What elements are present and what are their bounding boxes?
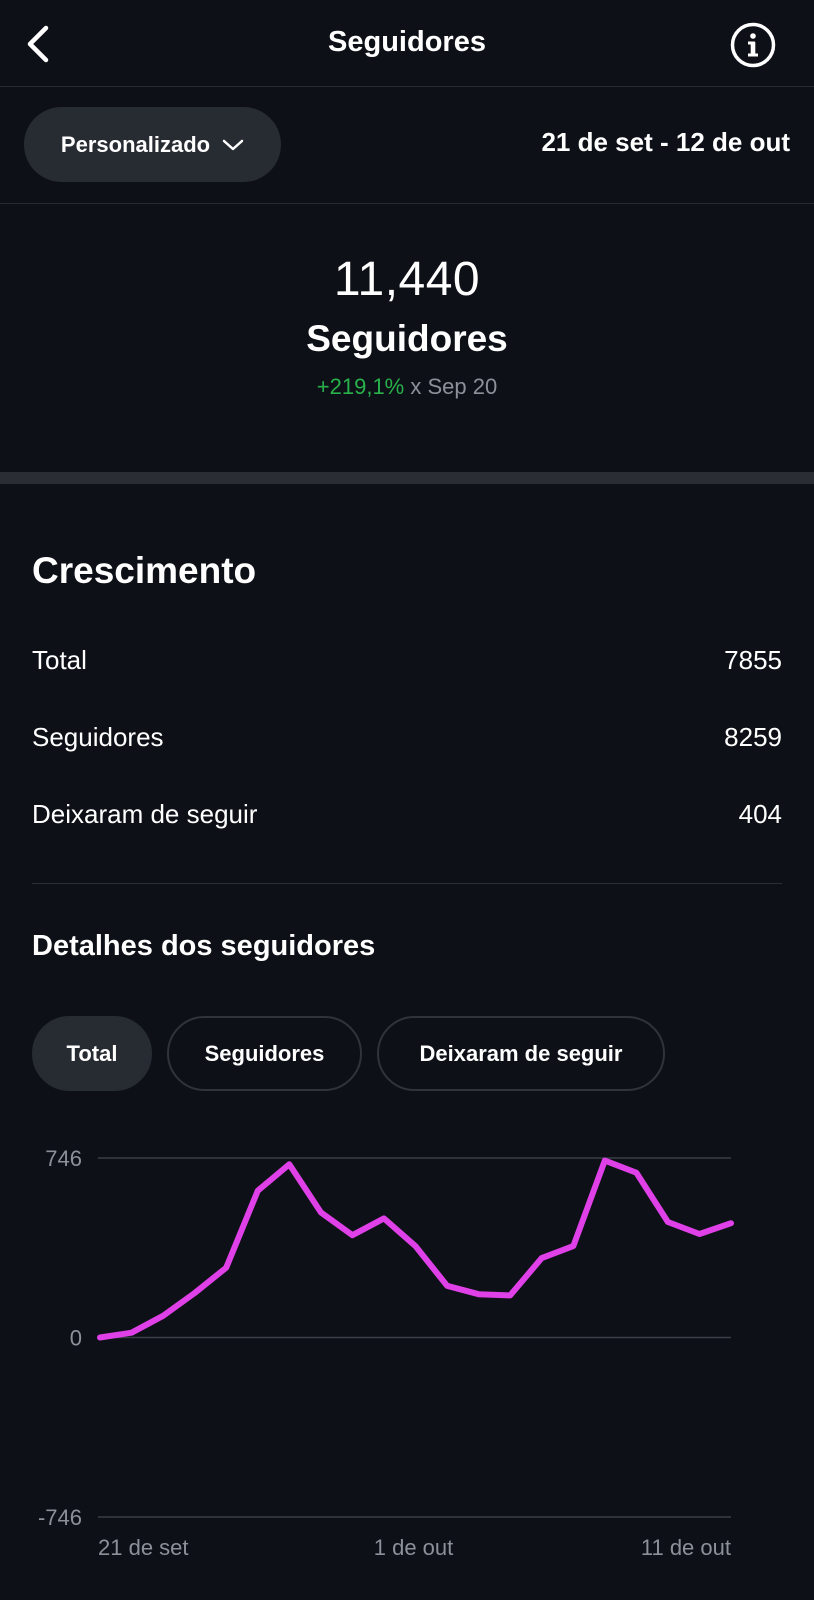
info-circle-icon xyxy=(730,22,776,68)
x-tick-label: 1 de out xyxy=(374,1535,454,1560)
top-bar: Seguidores xyxy=(0,0,814,87)
stat-label: Total xyxy=(32,644,87,675)
y-tick-label: 0 xyxy=(70,1326,82,1351)
stat-label: Deixaram de seguir xyxy=(32,798,258,829)
section-divider xyxy=(0,472,814,484)
change-percent: +219,1% xyxy=(316,374,405,399)
followers-line-chart: 746 0 -746 21 de set 1 de out 11 de out xyxy=(38,1146,734,1560)
y-tick-label: 746 xyxy=(45,1146,82,1171)
stat-row-followers: Seguidores 8259 xyxy=(32,717,782,757)
period-label: Personalizado xyxy=(60,131,211,157)
y-tick-label: -746 xyxy=(38,1505,82,1530)
stat-value: 8259 xyxy=(724,721,782,752)
tab-followers[interactable]: Seguidores xyxy=(167,1016,362,1091)
details-title: Detalhes dos seguidores xyxy=(32,930,376,962)
follower-count: 11,440 xyxy=(333,253,481,306)
filter-row: Personalizado 21 de set - 12 de out xyxy=(0,87,814,204)
series-line xyxy=(97,1157,734,1341)
info-button[interactable] xyxy=(730,22,776,68)
stat-row-unfollowed: Deixaram de seguir 404 xyxy=(32,794,782,834)
stat-value: 7855 xyxy=(724,644,782,675)
stat-label: Seguidores xyxy=(32,721,164,752)
growth-title: Crescimento xyxy=(32,550,257,591)
change-reference: x Sep 20 xyxy=(410,374,498,399)
summary-panel: 11,440 Seguidores +219,1% x Sep 20 xyxy=(0,204,814,472)
change-line: +219,1% x Sep 20 xyxy=(0,374,814,400)
tab-unfollowed[interactable]: Deixaram de seguir xyxy=(377,1016,665,1091)
date-range: 21 de set - 12 de out xyxy=(541,127,790,157)
page-title: Seguidores xyxy=(328,26,486,58)
x-tick-label: 21 de set xyxy=(98,1535,189,1560)
stat-row-total: Total 7855 xyxy=(32,640,782,680)
follower-count-label: Seguidores xyxy=(306,318,508,359)
divider xyxy=(32,883,782,884)
period-dropdown[interactable]: Personalizado xyxy=(24,107,281,182)
stat-value: 404 xyxy=(738,798,782,829)
tab-label: Seguidores xyxy=(204,1040,325,1066)
x-tick-label: 11 de out xyxy=(641,1535,731,1560)
tab-label: Deixaram de seguir xyxy=(419,1040,623,1066)
tab-total[interactable]: Total xyxy=(32,1016,152,1091)
chevron-down-icon xyxy=(222,139,244,150)
tab-label: Total xyxy=(66,1040,118,1066)
